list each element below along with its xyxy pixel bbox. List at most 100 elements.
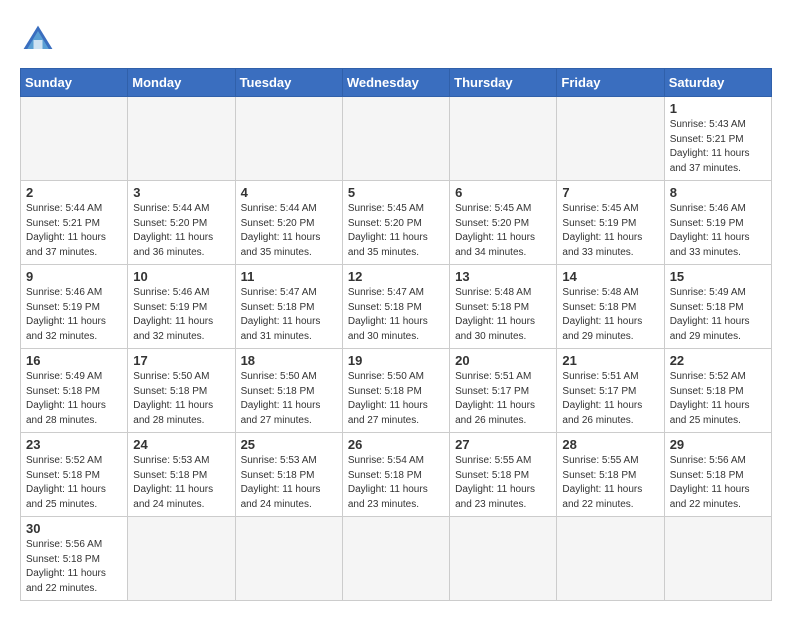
header [20,16,772,58]
day-info: Sunrise: 5:46 AM Sunset: 5:19 PM Dayligh… [133,286,229,344]
week-row-1: 1Sunrise: 5:43 AM Sunset: 5:21 PM Daylig… [21,97,772,181]
calendar-cell: 3 Sunrise: 5:44 AM Sunset: 5:20 PM Daylig… [128,181,235,265]
day-number: 23 [26,437,122,452]
day-info: Sunrise: 5:55 AM Sunset: 5:18 PM Dayligh… [562,454,658,512]
day-info: Sunrise: 5:50 AM Sunset: 5:18 PM Dayligh… [133,370,229,428]
weekday-header-row: SundayMondayTuesdayWednesdayThursdayFrid… [21,69,772,97]
day-info: Sunrise: 5:50 AM Sunset: 5:18 PM Dayligh… [241,370,337,428]
calendar-cell: 11 Sunrise: 5:47 AM Sunset: 5:18 PM Dayli… [235,265,342,349]
day-number: 11 [241,269,337,284]
day-number: 14 [562,269,658,284]
calendar-cell: 5 Sunrise: 5:45 AM Sunset: 5:20 PM Daylig… [342,181,449,265]
calendar-cell: 15 Sunrise: 5:49 AM Sunset: 5:18 PM Dayli… [664,265,771,349]
weekday-saturday: Saturday [664,69,771,97]
day-number: 24 [133,437,229,452]
day-info: Sunrise: 5:55 AM Sunset: 5:18 PM Dayligh… [455,454,551,512]
page: SundayMondayTuesdayWednesdayThursdayFrid… [0,0,792,621]
day-number: 27 [455,437,551,452]
calendar-cell: 26 Sunrise: 5:54 AM Sunset: 5:18 PM Dayli… [342,433,449,517]
day-info: Sunrise: 5:44 AM Sunset: 5:20 PM Dayligh… [133,202,229,260]
day-number: 29 [670,437,766,452]
calendar-cell: 9Sunrise: 5:46 AM Sunset: 5:19 PM Daylig… [21,265,128,349]
day-number: 15 [670,269,766,284]
week-row-5: 23 Sunrise: 5:52 AM Sunset: 5:18 PM Dayli… [21,433,772,517]
logo [20,22,60,58]
day-number: 8 [670,185,766,200]
calendar-cell: 2 Sunrise: 5:44 AM Sunset: 5:21 PM Daylig… [21,181,128,265]
calendar-cell: 4Sunrise: 5:44 AM Sunset: 5:20 PM Daylig… [235,181,342,265]
calendar-cell: 21Sunrise: 5:51 AM Sunset: 5:17 PM Dayli… [557,349,664,433]
weekday-monday: Monday [128,69,235,97]
calendar-cell [342,97,449,181]
calendar-cell: 16 Sunrise: 5:49 AM Sunset: 5:18 PM Dayli… [21,349,128,433]
day-info: Sunrise: 5:44 AM Sunset: 5:21 PM Dayligh… [26,202,122,260]
calendar-cell: 20 Sunrise: 5:51 AM Sunset: 5:17 PM Dayli… [450,349,557,433]
day-info: Sunrise: 5:47 AM Sunset: 5:18 PM Dayligh… [241,286,337,344]
day-info: Sunrise: 5:48 AM Sunset: 5:18 PM Dayligh… [455,286,551,344]
calendar-cell [450,97,557,181]
weekday-sunday: Sunday [21,69,128,97]
calendar-cell: 23 Sunrise: 5:52 AM Sunset: 5:18 PM Dayli… [21,433,128,517]
calendar-cell: 17 Sunrise: 5:50 AM Sunset: 5:18 PM Dayli… [128,349,235,433]
calendar-cell [128,517,235,601]
calendar-table: SundayMondayTuesdayWednesdayThursdayFrid… [20,68,772,601]
calendar-cell: 12Sunrise: 5:47 AM Sunset: 5:18 PM Dayli… [342,265,449,349]
day-number: 26 [348,437,444,452]
day-info: Sunrise: 5:56 AM Sunset: 5:18 PM Dayligh… [670,454,766,512]
day-number: 5 [348,185,444,200]
calendar-cell: 30 Sunrise: 5:56 AM Sunset: 5:18 PM Dayli… [21,517,128,601]
calendar-cell [450,517,557,601]
day-number: 30 [26,521,122,536]
day-info: Sunrise: 5:56 AM Sunset: 5:18 PM Dayligh… [26,538,122,596]
day-number: 6 [455,185,551,200]
calendar-cell [235,517,342,601]
day-info: Sunrise: 5:53 AM Sunset: 5:18 PM Dayligh… [241,454,337,512]
calendar-cell [557,517,664,601]
day-number: 21 [562,353,658,368]
day-number: 13 [455,269,551,284]
day-number: 19 [348,353,444,368]
day-info: Sunrise: 5:44 AM Sunset: 5:20 PM Dayligh… [241,202,337,260]
day-number: 25 [241,437,337,452]
day-number: 18 [241,353,337,368]
weekday-tuesday: Tuesday [235,69,342,97]
calendar-cell: 14Sunrise: 5:48 AM Sunset: 5:18 PM Dayli… [557,265,664,349]
day-info: Sunrise: 5:49 AM Sunset: 5:18 PM Dayligh… [26,370,122,428]
day-number: 28 [562,437,658,452]
calendar-cell: 22Sunrise: 5:52 AM Sunset: 5:18 PM Dayli… [664,349,771,433]
day-number: 3 [133,185,229,200]
day-info: Sunrise: 5:46 AM Sunset: 5:19 PM Dayligh… [670,202,766,260]
day-info: Sunrise: 5:45 AM Sunset: 5:20 PM Dayligh… [455,202,551,260]
day-info: Sunrise: 5:51 AM Sunset: 5:17 PM Dayligh… [455,370,551,428]
weekday-friday: Friday [557,69,664,97]
weekday-wednesday: Wednesday [342,69,449,97]
day-number: 2 [26,185,122,200]
calendar-cell: 28 Sunrise: 5:55 AM Sunset: 5:18 PM Dayli… [557,433,664,517]
day-info: Sunrise: 5:49 AM Sunset: 5:18 PM Dayligh… [670,286,766,344]
day-info: Sunrise: 5:52 AM Sunset: 5:18 PM Dayligh… [670,370,766,428]
day-number: 10 [133,269,229,284]
calendar-cell: 29 Sunrise: 5:56 AM Sunset: 5:18 PM Dayli… [664,433,771,517]
week-row-3: 9Sunrise: 5:46 AM Sunset: 5:19 PM Daylig… [21,265,772,349]
calendar-cell: 10 Sunrise: 5:46 AM Sunset: 5:19 PM Dayli… [128,265,235,349]
day-number: 7 [562,185,658,200]
day-number: 20 [455,353,551,368]
calendar-cell: 25 Sunrise: 5:53 AM Sunset: 5:18 PM Dayli… [235,433,342,517]
calendar-cell: 19Sunrise: 5:50 AM Sunset: 5:18 PM Dayli… [342,349,449,433]
calendar-cell: 8 Sunrise: 5:46 AM Sunset: 5:19 PM Daylig… [664,181,771,265]
day-info: Sunrise: 5:45 AM Sunset: 5:19 PM Dayligh… [562,202,658,260]
day-info: Sunrise: 5:47 AM Sunset: 5:18 PM Dayligh… [348,286,444,344]
day-number: 16 [26,353,122,368]
calendar-cell [128,97,235,181]
day-info: Sunrise: 5:52 AM Sunset: 5:18 PM Dayligh… [26,454,122,512]
calendar-cell: 24Sunrise: 5:53 AM Sunset: 5:18 PM Dayli… [128,433,235,517]
day-info: Sunrise: 5:45 AM Sunset: 5:20 PM Dayligh… [348,202,444,260]
day-info: Sunrise: 5:54 AM Sunset: 5:18 PM Dayligh… [348,454,444,512]
day-number: 17 [133,353,229,368]
calendar-cell: 27 Sunrise: 5:55 AM Sunset: 5:18 PM Dayli… [450,433,557,517]
weekday-thursday: Thursday [450,69,557,97]
calendar-cell [664,517,771,601]
calendar-cell: 13 Sunrise: 5:48 AM Sunset: 5:18 PM Dayli… [450,265,557,349]
calendar-cell: 6 Sunrise: 5:45 AM Sunset: 5:20 PM Daylig… [450,181,557,265]
day-info: Sunrise: 5:46 AM Sunset: 5:19 PM Dayligh… [26,286,122,344]
